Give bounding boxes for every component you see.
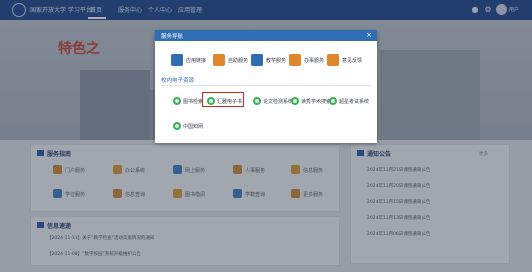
app-label: 办事服务 [304,58,325,64]
resource-icon [173,122,181,130]
app-icon [327,54,339,66]
dialog-title: 服务导航 [161,34,184,40]
close-icon[interactable]: × [365,31,373,39]
resource-label: 中国知网 [183,124,204,130]
page: 国家开放大学 学习平台 首页 服务中心 个人中心 应用管理 ● ⚙ 用户 特色之… [0,0,532,272]
app-label: 自助服务 [228,58,249,64]
app-label: 教学服务 [266,58,287,64]
app-icon [251,54,263,66]
resource-label: 读秀学术搜索 [301,99,332,105]
resource-icon [253,97,261,105]
selection-highlight [202,92,244,107]
section-divider [161,85,371,86]
resource-label: 论文检测系统 [263,99,294,105]
dialog-header: 服务导航 × [155,30,377,41]
service-navigation-dialog: 服务导航 × 应用链接 自助服务 教学服务 办事服务 意见反馈 校内电子资源 图… [155,30,377,143]
app-icon [171,54,183,66]
resource-icon [329,97,337,105]
app-icon [213,54,225,66]
resource-icon [291,97,299,105]
app-label: 意见反馈 [342,58,363,64]
resource-icon [173,97,181,105]
app-label: 应用链接 [186,58,207,64]
resource-label: 超星考试系统 [339,99,370,105]
section-heading: 校内电子资源 [161,78,195,84]
app-icon [289,54,301,66]
resource-label: 图书检索 [183,99,204,105]
